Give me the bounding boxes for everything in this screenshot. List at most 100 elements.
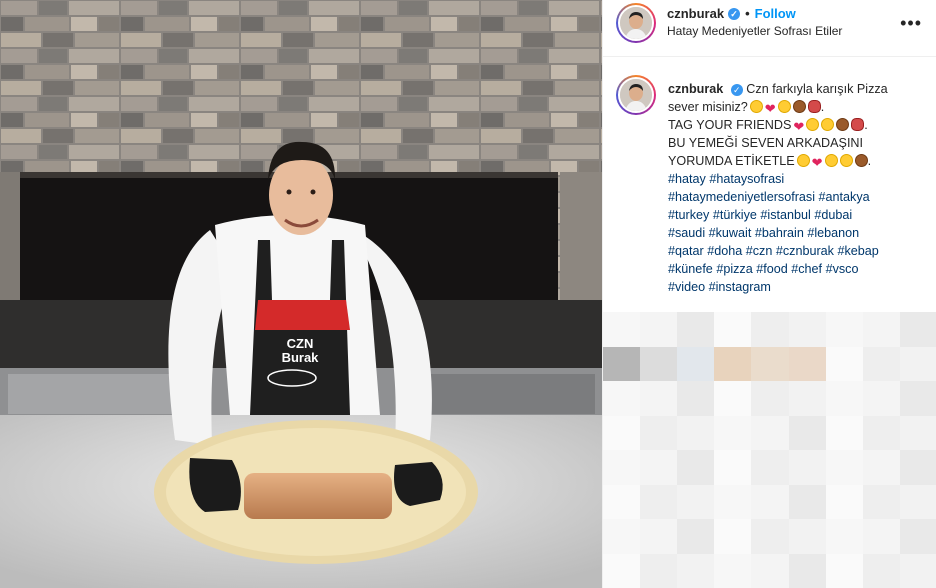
blur-pixel xyxy=(788,346,827,382)
steak-emoji-icon xyxy=(807,100,821,113)
caption-line-2: sever misiniz? xyxy=(668,100,748,114)
blur-pixel xyxy=(862,519,901,555)
hashtag-link[interactable]: #türkiye xyxy=(713,208,757,222)
hashtag-link[interactable]: #cznburak xyxy=(776,244,834,258)
blur-pixel xyxy=(751,450,790,486)
hashtag-link[interactable]: #saudi xyxy=(668,226,705,240)
post-header: cznburak ✓ • Follow Hatay Medeniyetler S… xyxy=(603,0,936,57)
post-media[interactable]: CZN Burak xyxy=(0,0,602,588)
blur-pixel xyxy=(714,346,753,382)
avatar-photo xyxy=(620,7,652,39)
blur-pixel xyxy=(603,450,642,486)
blur-pixel xyxy=(825,450,864,486)
blur-pixel xyxy=(603,415,642,451)
hashtag-link[interactable]: #dubai xyxy=(814,208,852,222)
yum-emoji-icon xyxy=(824,154,838,167)
blur-pixel xyxy=(714,484,753,520)
steak-emoji-icon xyxy=(851,118,865,131)
more-horizontal-icon[interactable]: ••• xyxy=(900,13,922,34)
blur-pixel xyxy=(714,415,753,451)
hashtag-link[interactable]: #czn xyxy=(746,244,773,258)
rolling-pin xyxy=(244,473,392,519)
hashtag-link[interactable]: #hatay xyxy=(668,172,706,186)
heart-emoji-icon: ❤ xyxy=(764,101,776,116)
blur-pixel xyxy=(862,484,901,520)
hashtag-link[interactable]: #hataysofrasi xyxy=(709,172,784,186)
hashtag-link[interactable]: #turkey xyxy=(668,208,709,222)
caption-line-3: TAG YOUR FRIENDS xyxy=(668,118,792,132)
hashtag-link[interactable]: #chef xyxy=(791,262,822,276)
hashtag-link[interactable]: #künefe xyxy=(668,262,713,276)
blur-pixel xyxy=(751,381,790,417)
blur-pixel xyxy=(788,553,827,588)
blur-pixel xyxy=(899,450,936,486)
hashtag-link[interactable]: #kebap xyxy=(837,244,878,258)
blur-pixel xyxy=(825,484,864,520)
blur-pixel xyxy=(788,519,827,555)
monkey-emoji-icon xyxy=(836,118,850,131)
hashtag-link[interactable]: #qatar xyxy=(668,244,704,258)
blur-pixel xyxy=(603,484,642,520)
header-username[interactable]: cznburak xyxy=(667,6,724,21)
hashtag-link[interactable]: #bahrain xyxy=(755,226,804,240)
hashtag-link[interactable]: #lebanon xyxy=(807,226,859,240)
blur-pixel xyxy=(825,553,864,588)
post-location[interactable]: Hatay Medeniyetler Sofrası Etiler xyxy=(667,24,842,38)
blur-pixel xyxy=(677,553,716,588)
heart-emoji-icon: ❤ xyxy=(793,119,805,134)
hashtag-line: #saudi #kuwait #bahrain #lebanon xyxy=(668,224,930,242)
blur-pixel xyxy=(714,519,753,555)
blur-pixel xyxy=(862,312,901,348)
verified-badge-icon: ✓ xyxy=(728,7,741,20)
blur-pixel xyxy=(640,415,679,451)
caption-avatar[interactable] xyxy=(616,75,656,115)
blur-pixel xyxy=(603,553,642,588)
monkey-emoji-icon xyxy=(854,154,868,167)
blur-pixel xyxy=(788,484,827,520)
blur-pixel xyxy=(714,312,753,348)
yum-emoji-icon xyxy=(821,118,835,131)
blur-pixel xyxy=(899,415,936,451)
blur-pixel xyxy=(603,346,642,382)
caption-line-4: BU YEMEĞİ SEVEN ARKADAŞINI xyxy=(668,136,864,150)
blur-pixel xyxy=(825,381,864,417)
laughing-emoji-icon xyxy=(806,118,820,131)
follow-button[interactable]: Follow xyxy=(755,6,796,21)
blur-pixel xyxy=(862,381,901,417)
blur-pixel xyxy=(751,312,790,348)
hashtag-link[interactable]: #antakya xyxy=(819,190,870,204)
blur-pixel xyxy=(751,346,790,382)
hashtag-line: #turkey #türkiye #istanbul #dubai xyxy=(668,206,930,224)
blur-pixel xyxy=(899,553,936,588)
profile-avatar[interactable] xyxy=(616,3,656,43)
blur-pixel xyxy=(899,484,936,520)
hashtag-line: #qatar #doha #czn #cznburak #kebap xyxy=(668,242,930,260)
blur-pixel xyxy=(677,484,716,520)
caption-username[interactable]: cznburak xyxy=(668,82,723,96)
hashtag-link[interactable]: #istanbul xyxy=(760,208,810,222)
caption-line-5: YORUMDA ETİKETLE xyxy=(668,154,795,168)
blur-pixel xyxy=(603,519,642,555)
hashtag-link[interactable]: #instagram xyxy=(709,280,771,294)
hashtag-link[interactable]: #doha xyxy=(707,244,742,258)
hashtag-link[interactable]: #video xyxy=(668,280,705,294)
post-photo: CZN Burak xyxy=(0,0,602,588)
left-glove xyxy=(189,458,241,512)
blur-pixel xyxy=(899,312,936,348)
blur-pixel xyxy=(862,450,901,486)
hashtag-link[interactable]: #pizza xyxy=(716,262,752,276)
post-details-panel: cznburak ✓ • Follow Hatay Medeniyetler S… xyxy=(602,0,936,588)
blur-pixel xyxy=(899,519,936,555)
apron-logo-top: CZN xyxy=(287,336,314,351)
blur-pixel xyxy=(825,519,864,555)
hashtag-link[interactable]: #kuwait xyxy=(709,226,752,240)
blur-pixel xyxy=(640,381,679,417)
blur-pixel xyxy=(603,381,642,417)
hashtag-link[interactable]: #vsco xyxy=(826,262,859,276)
hashtag-link[interactable]: #food xyxy=(756,262,788,276)
blur-pixel xyxy=(677,381,716,417)
blur-pixel xyxy=(788,415,827,451)
blur-pixel xyxy=(603,312,642,348)
hashtag-link[interactable]: #hataymedeniyetlersofrasi xyxy=(668,190,815,204)
blur-pixel xyxy=(751,484,790,520)
